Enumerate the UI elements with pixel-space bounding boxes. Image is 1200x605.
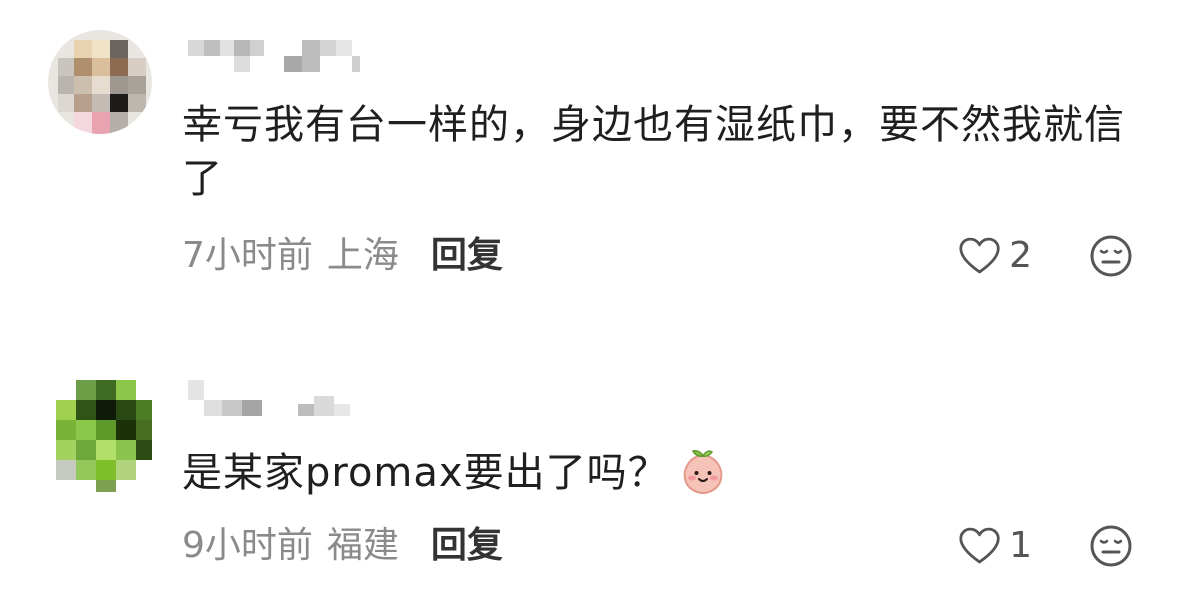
comment-text-content: 是某家promax要出了吗？ (182, 450, 669, 496)
peach-face-icon (683, 450, 722, 495)
pixelated-green-avatar-icon (56, 380, 152, 492)
blurred-username-icon (188, 40, 360, 72)
unamused-face-icon (1090, 235, 1132, 277)
reply-button[interactable]: 回复 (431, 235, 503, 276)
username[interactable] (188, 380, 368, 420)
user-avatar[interactable] (56, 380, 152, 492)
blurred-username-icon (188, 380, 350, 416)
peach-face-emoji (679, 447, 727, 495)
like-count: 1 (1009, 525, 1032, 566)
comment-item: 是某家promax要出了吗？ 9小时前 福建 回复 1 (0, 360, 1200, 605)
username[interactable] (188, 36, 368, 76)
user-avatar[interactable] (48, 30, 152, 134)
comment-meta: 9小时前 福建 回复 (182, 524, 503, 568)
comment-item: 幸亏我有台一样的，身边也有湿纸巾，要不然我就信了 7小时前 上海 回复 2 (0, 0, 1200, 300)
comment-meta: 7小时前 上海 回复 (182, 234, 503, 278)
comment-time: 7小时前 (182, 235, 313, 276)
like-count: 2 (1009, 235, 1032, 276)
reply-button[interactable]: 回复 (431, 525, 503, 566)
comment-time: 9小时前 (182, 525, 313, 566)
heart-icon (959, 527, 1000, 564)
like-button[interactable]: 1 (958, 522, 1032, 570)
comment-text: 幸亏我有台一样的，身边也有湿纸巾，要不然我就信了 (182, 102, 1125, 202)
heart-icon (959, 237, 1000, 274)
unamused-face-icon (1090, 525, 1132, 567)
like-button[interactable]: 2 (958, 232, 1032, 280)
comment-location: 上海 (326, 235, 399, 276)
comment-location: 福建 (326, 525, 399, 566)
comment-text: 是某家promax要出了吗？ (182, 446, 1162, 500)
dislike-button[interactable] (1089, 524, 1133, 568)
pixelated-avatar-icon (48, 30, 152, 134)
dislike-button[interactable] (1089, 234, 1133, 278)
